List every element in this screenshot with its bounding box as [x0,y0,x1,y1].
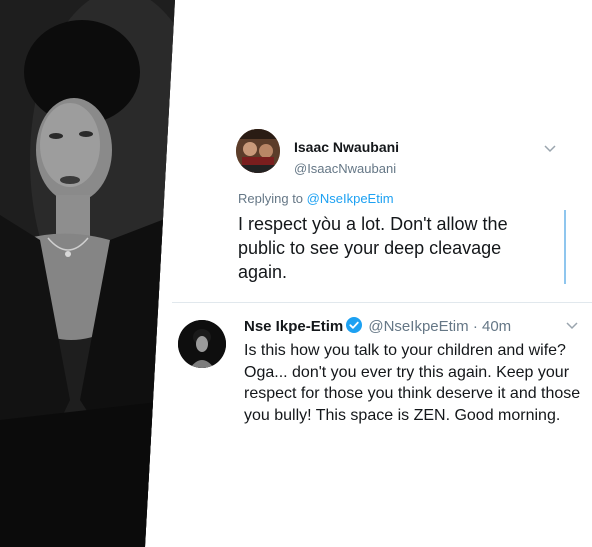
author-handle[interactable]: @IsaacNwaubani [294,161,396,176]
woman-portrait-image [0,0,175,547]
thread-accent-bar [564,210,566,284]
avatar-image [178,320,226,368]
author-name[interactable]: Isaac Nwaubani [294,139,399,155]
tweet-text: I respect yòu a lot. Don't allow the pub… [238,214,508,282]
avatar[interactable] [236,129,280,173]
profile-photo-panel [0,0,175,547]
tweet-header: Nse Ikpe-Etim @NseIkpeEtim · 40m [244,317,511,335]
tweet-text: Is this how you talk to your children an… [244,342,581,424]
separator-dot: · [472,318,478,335]
timestamp[interactable]: 40m [482,318,511,335]
divider [172,302,592,303]
chevron-down-icon[interactable] [566,322,578,330]
replying-to: Replying to @NseIkpeEtim [238,191,394,206]
avatar[interactable] [178,320,226,368]
avatar-image [236,129,280,173]
author-name[interactable]: Nse Ikpe-Etim [244,318,343,335]
author-handle[interactable]: @NseIkpeEtim [368,318,468,335]
verified-badge-icon [346,317,363,333]
replying-to-label: Replying to [238,191,307,206]
replying-to-mention-link[interactable]: @NseIkpeEtim [307,191,394,206]
chevron-down-icon[interactable] [544,145,556,153]
